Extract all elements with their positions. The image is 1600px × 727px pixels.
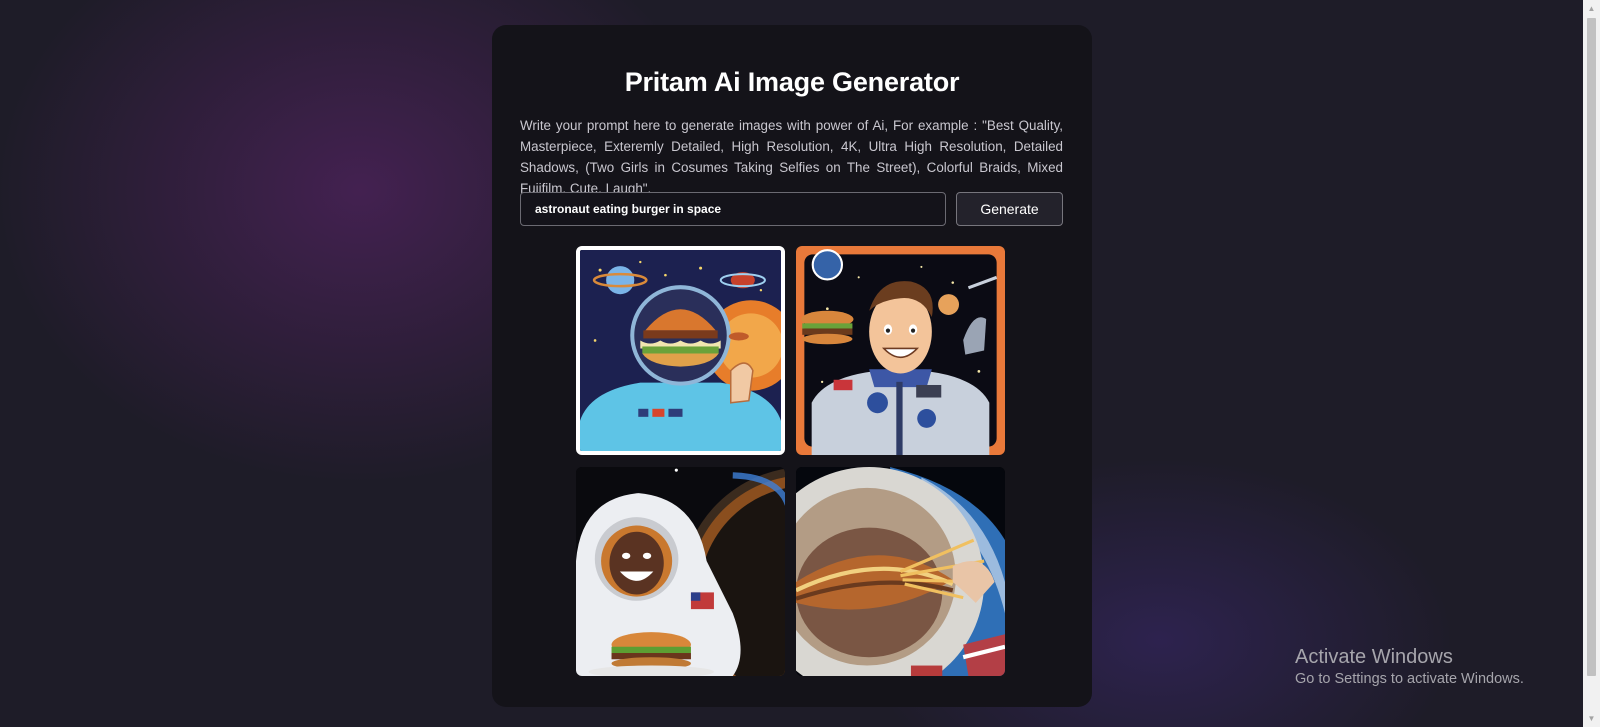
astronaut-burger-photo-3 (576, 467, 785, 676)
page-scrollbar[interactable]: ▲ ▼ (1583, 0, 1600, 727)
scroll-thumb[interactable] (1587, 18, 1596, 676)
scroll-down-arrow-icon[interactable]: ▼ (1583, 710, 1600, 727)
windows-activation-watermark: Activate Windows Go to Settings to activ… (1295, 645, 1524, 689)
astronaut-burger-photo-4 (796, 467, 1005, 676)
generated-image-4[interactable] (796, 467, 1005, 676)
prompt-input[interactable] (520, 192, 946, 226)
watermark-subtitle: Go to Settings to activate Windows. (1295, 671, 1524, 687)
page-title: Pritam Ai Image Generator (624, 67, 960, 97)
generate-button[interactable]: Generate (956, 192, 1063, 226)
watermark-title: Activate Windows (1295, 646, 1453, 668)
generated-image-3[interactable] (576, 467, 785, 676)
image-grid (576, 246, 1005, 676)
generated-image-1[interactable] (576, 246, 785, 455)
generated-image-2[interactable] (796, 246, 1005, 455)
prompt-description: Write your prompt here to generate image… (520, 118, 1063, 196)
scroll-up-arrow-icon[interactable]: ▲ (1583, 0, 1600, 17)
astronaut-burger-illustration-2 (796, 246, 1005, 455)
astronaut-burger-illustration-1 (580, 250, 781, 451)
generator-card: Pritam Ai Image Generator Write your pro… (492, 25, 1092, 707)
